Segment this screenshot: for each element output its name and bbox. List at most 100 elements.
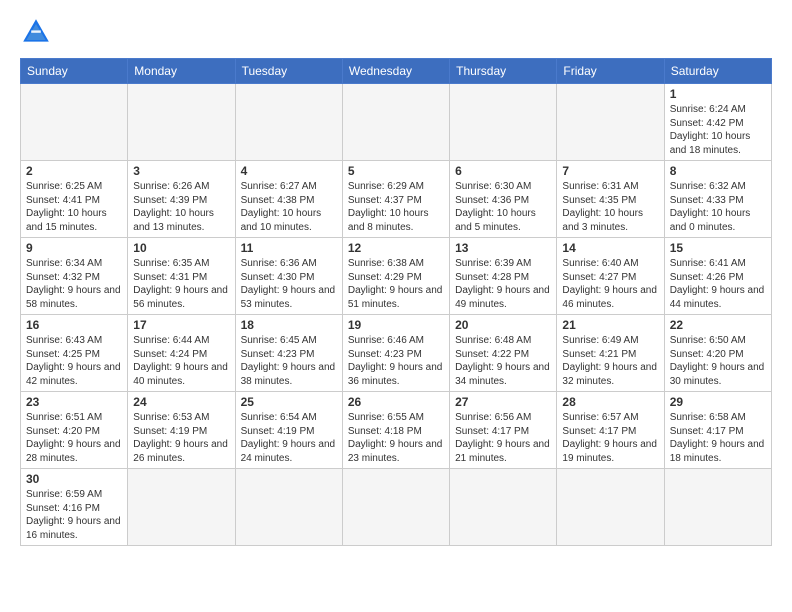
calendar-cell: 21 Sunrise: 6:49 AM Sunset: 4:21 PM Dayli… <box>557 315 664 392</box>
calendar-cell: 23Sunrise: 6:51 AM Sunset: 4:20 PM Dayli… <box>21 392 128 469</box>
calendar-cell <box>128 469 235 546</box>
day-number: 21 <box>562 318 658 332</box>
calendar: SundayMondayTuesdayWednesdayThursdayFrid… <box>20 58 772 546</box>
day-number: 3 <box>133 164 229 178</box>
day-info: Sunrise: 6:31 AM Sunset: 4:35 PM Dayligh… <box>562 180 658 234</box>
calendar-cell: 25 Sunrise: 6:54 AM Sunset: 4:19 PM Dayli… <box>235 392 342 469</box>
day-number: 28 <box>562 395 658 409</box>
day-number: 25 <box>241 395 337 409</box>
calendar-cell: 11 Sunrise: 6:36 AM Sunset: 4:30 PM Dayli… <box>235 238 342 315</box>
day-number: 2 <box>26 164 122 178</box>
day-info: Sunrise: 6:32 AM Sunset: 4:33 PM Dayligh… <box>670 180 766 234</box>
weekday-header-wednesday: Wednesday <box>342 59 449 84</box>
weekday-header-thursday: Thursday <box>450 59 557 84</box>
day-number: 27 <box>455 395 551 409</box>
calendar-cell: 14Sunrise: 6:40 AM Sunset: 4:27 PM Dayli… <box>557 238 664 315</box>
day-info: Sunrise: 6:36 AM Sunset: 4:30 PM Dayligh… <box>241 257 337 311</box>
calendar-cell: 5 Sunrise: 6:29 AM Sunset: 4:37 PM Daylig… <box>342 161 449 238</box>
calendar-cell: 16 Sunrise: 6:43 AM Sunset: 4:25 PM Dayli… <box>21 315 128 392</box>
day-number: 22 <box>670 318 766 332</box>
day-number: 13 <box>455 241 551 255</box>
logo <box>20 16 56 48</box>
day-info: Sunrise: 6:54 AM Sunset: 4:19 PM Dayligh… <box>241 411 337 465</box>
day-number: 9 <box>26 241 122 255</box>
page: SundayMondayTuesdayWednesdayThursdayFrid… <box>0 0 792 612</box>
day-number: 19 <box>348 318 444 332</box>
calendar-cell: 19 Sunrise: 6:46 AM Sunset: 4:23 PM Dayli… <box>342 315 449 392</box>
calendar-cell: 7 Sunrise: 6:31 AM Sunset: 4:35 PM Daylig… <box>557 161 664 238</box>
calendar-cell: 26Sunrise: 6:55 AM Sunset: 4:18 PM Dayli… <box>342 392 449 469</box>
day-info: Sunrise: 6:58 AM Sunset: 4:17 PM Dayligh… <box>670 411 766 465</box>
day-info: Sunrise: 6:25 AM Sunset: 4:41 PM Dayligh… <box>26 180 122 234</box>
day-info: Sunrise: 6:29 AM Sunset: 4:37 PM Dayligh… <box>348 180 444 234</box>
calendar-cell <box>128 84 235 161</box>
day-number: 18 <box>241 318 337 332</box>
calendar-body: 1 Sunrise: 6:24 AM Sunset: 4:42 PM Daylig… <box>21 84 772 546</box>
day-info: Sunrise: 6:45 AM Sunset: 4:23 PM Dayligh… <box>241 334 337 388</box>
calendar-week-1: 2 Sunrise: 6:25 AM Sunset: 4:41 PM Daylig… <box>21 161 772 238</box>
calendar-cell <box>664 469 771 546</box>
calendar-cell: 22 Sunrise: 6:50 AM Sunset: 4:20 PM Dayli… <box>664 315 771 392</box>
weekday-header-friday: Friday <box>557 59 664 84</box>
day-info: Sunrise: 6:35 AM Sunset: 4:31 PM Dayligh… <box>133 257 229 311</box>
weekday-header-sunday: Sunday <box>21 59 128 84</box>
day-info: Sunrise: 6:44 AM Sunset: 4:24 PM Dayligh… <box>133 334 229 388</box>
day-info: Sunrise: 6:27 AM Sunset: 4:38 PM Dayligh… <box>241 180 337 234</box>
day-number: 1 <box>670 87 766 101</box>
calendar-week-3: 16 Sunrise: 6:43 AM Sunset: 4:25 PM Dayli… <box>21 315 772 392</box>
calendar-cell <box>342 84 449 161</box>
calendar-cell <box>557 469 664 546</box>
day-info: Sunrise: 6:51 AM Sunset: 4:20 PM Dayligh… <box>26 411 122 465</box>
calendar-cell: 6Sunrise: 6:30 AM Sunset: 4:36 PM Daylig… <box>450 161 557 238</box>
calendar-cell: 27 Sunrise: 6:56 AM Sunset: 4:17 PM Dayli… <box>450 392 557 469</box>
calendar-cell: 4 Sunrise: 6:27 AM Sunset: 4:38 PM Daylig… <box>235 161 342 238</box>
calendar-cell: 20Sunrise: 6:48 AM Sunset: 4:22 PM Dayli… <box>450 315 557 392</box>
day-info: Sunrise: 6:43 AM Sunset: 4:25 PM Dayligh… <box>26 334 122 388</box>
calendar-cell <box>557 84 664 161</box>
day-info: Sunrise: 6:30 AM Sunset: 4:36 PM Dayligh… <box>455 180 551 234</box>
day-info: Sunrise: 6:56 AM Sunset: 4:17 PM Dayligh… <box>455 411 551 465</box>
day-info: Sunrise: 6:26 AM Sunset: 4:39 PM Dayligh… <box>133 180 229 234</box>
day-number: 17 <box>133 318 229 332</box>
day-info: Sunrise: 6:38 AM Sunset: 4:29 PM Dayligh… <box>348 257 444 311</box>
weekday-header-monday: Monday <box>128 59 235 84</box>
day-info: Sunrise: 6:46 AM Sunset: 4:23 PM Dayligh… <box>348 334 444 388</box>
day-number: 20 <box>455 318 551 332</box>
weekday-header-saturday: Saturday <box>664 59 771 84</box>
day-number: 5 <box>348 164 444 178</box>
weekday-header-row: SundayMondayTuesdayWednesdayThursdayFrid… <box>21 59 772 84</box>
day-number: 10 <box>133 241 229 255</box>
day-number: 12 <box>348 241 444 255</box>
calendar-cell <box>450 84 557 161</box>
day-number: 24 <box>133 395 229 409</box>
day-info: Sunrise: 6:50 AM Sunset: 4:20 PM Dayligh… <box>670 334 766 388</box>
calendar-cell: 15Sunrise: 6:41 AM Sunset: 4:26 PM Dayli… <box>664 238 771 315</box>
day-number: 8 <box>670 164 766 178</box>
day-number: 26 <box>348 395 444 409</box>
logo-icon <box>20 16 52 48</box>
day-number: 4 <box>241 164 337 178</box>
calendar-cell <box>21 84 128 161</box>
day-info: Sunrise: 6:41 AM Sunset: 4:26 PM Dayligh… <box>670 257 766 311</box>
calendar-cell: 13Sunrise: 6:39 AM Sunset: 4:28 PM Dayli… <box>450 238 557 315</box>
calendar-cell: 3 Sunrise: 6:26 AM Sunset: 4:39 PM Daylig… <box>128 161 235 238</box>
calendar-cell <box>235 469 342 546</box>
calendar-week-0: 1 Sunrise: 6:24 AM Sunset: 4:42 PM Daylig… <box>21 84 772 161</box>
day-number: 16 <box>26 318 122 332</box>
calendar-cell: 17 Sunrise: 6:44 AM Sunset: 4:24 PM Dayli… <box>128 315 235 392</box>
calendar-cell: 9Sunrise: 6:34 AM Sunset: 4:32 PM Daylig… <box>21 238 128 315</box>
day-info: Sunrise: 6:24 AM Sunset: 4:42 PM Dayligh… <box>670 103 766 157</box>
day-number: 29 <box>670 395 766 409</box>
calendar-cell: 18 Sunrise: 6:45 AM Sunset: 4:23 PM Dayli… <box>235 315 342 392</box>
calendar-week-5: 30 Sunrise: 6:59 AM Sunset: 4:16 PM Dayli… <box>21 469 772 546</box>
day-number: 7 <box>562 164 658 178</box>
day-info: Sunrise: 6:59 AM Sunset: 4:16 PM Dayligh… <box>26 488 122 542</box>
day-info: Sunrise: 6:40 AM Sunset: 4:27 PM Dayligh… <box>562 257 658 311</box>
day-number: 30 <box>26 472 122 486</box>
calendar-week-4: 23Sunrise: 6:51 AM Sunset: 4:20 PM Dayli… <box>21 392 772 469</box>
day-number: 11 <box>241 241 337 255</box>
weekday-header-tuesday: Tuesday <box>235 59 342 84</box>
day-info: Sunrise: 6:49 AM Sunset: 4:21 PM Dayligh… <box>562 334 658 388</box>
calendar-cell: 30 Sunrise: 6:59 AM Sunset: 4:16 PM Dayli… <box>21 469 128 546</box>
calendar-cell: 2 Sunrise: 6:25 AM Sunset: 4:41 PM Daylig… <box>21 161 128 238</box>
